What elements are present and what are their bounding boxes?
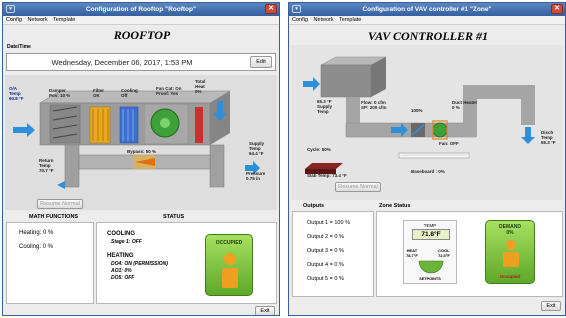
- cooling-percent: Cooling: 0 %: [19, 244, 54, 250]
- rooftop-title-bar[interactable]: ▾ Configuration of Rooftop "Rooftop" ✕: [3, 3, 279, 16]
- menu-config[interactable]: Config: [6, 17, 22, 23]
- math-functions-header: MATH FUNCTIONS: [29, 214, 79, 220]
- cooling-status-title: COOLING: [107, 231, 135, 237]
- temp-value: 71.8°F: [412, 229, 450, 240]
- heat-setpoint: HEAT 78.7°F: [406, 248, 418, 258]
- zone-status-header: Zone Status: [379, 203, 411, 209]
- menu-template[interactable]: Template: [339, 17, 361, 23]
- filter-label: Filter OK: [93, 88, 105, 98]
- demand-label: DEMAND 0%: [499, 224, 521, 236]
- vav-menu-bar: Config Network Template: [289, 16, 565, 25]
- heating-percent: Heating: 0 %: [19, 230, 54, 236]
- vav-heading: VAV CONTROLLER #1: [367, 29, 489, 43]
- fan-status-label: Fan: OFF: [439, 141, 459, 146]
- vav-window: ▾ Configuration of VAV controller #1 "Zo…: [288, 2, 566, 316]
- setpoint-gauge-icon: [418, 260, 444, 274]
- exit-button[interactable]: Exit: [255, 306, 275, 315]
- fan-label: Fan Cat: On Proof: Yes: [156, 86, 182, 96]
- setpoints-label: SETPOINTS: [419, 277, 441, 281]
- damper-percent-label: 100%: [411, 108, 423, 113]
- rooftop-heading: ROOFTOP: [113, 28, 171, 42]
- person-icon: [222, 253, 238, 288]
- heating-status-title: HEATING: [107, 253, 134, 259]
- temp-label: TEMP: [423, 223, 437, 228]
- supply-temp-label: 65.3 °F Supply Temp: [317, 99, 333, 114]
- rooftop-menu-bar: Config Network Template: [3, 16, 279, 25]
- zone-status-panel: TEMP 71.8°F HEAT 78.7°F COOL 72.5°F SETP…: [376, 211, 563, 297]
- do5-status: DO5: OFF: [111, 275, 135, 281]
- occupied-label: Occupied: [499, 274, 521, 279]
- damper-label: Damper Pos: 10 %: [49, 88, 71, 98]
- cooling-stage: Stage 1: OFF: [111, 239, 142, 245]
- menu-network[interactable]: Network: [27, 17, 47, 23]
- datetime-panel: Wednesday, December 06, 2017, 1:53 PM Ed…: [6, 53, 276, 71]
- output-1: Output 1 = 100 %: [307, 220, 350, 226]
- window-menu-icon[interactable]: ▾: [292, 5, 301, 13]
- cool-setpoint: COOL 72.5°F: [438, 248, 450, 258]
- thermostat-widget: TEMP 71.8°F HEAT 78.7°F COOL 72.5°F SETP…: [403, 220, 457, 284]
- person-icon: [503, 240, 519, 267]
- status-panel: COOLING Stage 1: OFF HEATING DO4: ON (PE…: [96, 222, 277, 304]
- output-3: Output 3 = 0 %: [307, 248, 344, 254]
- total-heat-label: Total Heat 0%: [195, 79, 206, 94]
- rooftop-unit-diagram: [5, 75, 277, 210]
- menu-template[interactable]: Template: [53, 17, 75, 23]
- output-2: Output 2 = 0 %: [307, 234, 344, 240]
- occupied-indicator: OCCUPIED: [205, 234, 253, 296]
- bypass-label: Bypass: 50 %: [127, 149, 157, 154]
- demand-indicator: DEMAND 0% Occupied: [485, 220, 535, 284]
- outputs-header: Outputs: [303, 203, 325, 209]
- ao1-status: AO1: 0%: [111, 268, 132, 274]
- occupied-label: OCCUPIED: [215, 240, 243, 246]
- cycle-label: Cycle: 50%: [307, 147, 331, 152]
- rooftop-window-title: Configuration of Rooftop "Rooftop": [85, 6, 197, 13]
- window-menu-icon[interactable]: ▾: [6, 5, 15, 13]
- do4-status: DO4: ON (PERMISSION): [111, 261, 168, 267]
- datetime-label: Date/Time: [7, 44, 31, 50]
- exit-button[interactable]: Exit: [541, 301, 561, 311]
- edit-button[interactable]: Edit: [250, 56, 272, 68]
- math-functions-panel: Heating: 0 % Cooling: 0 %: [6, 222, 94, 304]
- menu-network[interactable]: Network: [313, 17, 333, 23]
- close-icon[interactable]: ✕: [265, 4, 277, 14]
- output-4: Output 4 = 0 %: [307, 262, 344, 268]
- duct-heater-label: Duct Heater 0 %: [452, 100, 478, 110]
- datetime-value: Wednesday, December 06, 2017, 1:53 PM: [51, 58, 193, 67]
- close-icon[interactable]: ✕: [551, 4, 563, 14]
- outputs-panel: Output 1 = 100 % Output 2 = 0 % Output 3…: [292, 211, 374, 297]
- return-temp-label: Return Temp 70.7 °F: [39, 158, 54, 173]
- resume-normal-button[interactable]: Resume Normal: [335, 182, 381, 192]
- discharge-temp-label: Disch Temp 65.3 °F: [541, 130, 556, 145]
- supply-temp-label: Supply Temp 64.4 °F: [249, 141, 265, 156]
- pressure-label: Pressure 0.75 in: [246, 171, 266, 181]
- flow-label: Flow: 0 cfm SP: 200 cfm: [361, 100, 387, 110]
- menu-config[interactable]: Config: [292, 17, 308, 23]
- output-5: Output 5 = 0 %: [307, 276, 344, 282]
- oa-temp-label: O/A Temp 60.8 °F: [9, 86, 24, 101]
- resume-normal-button[interactable]: Resume Normal: [37, 199, 83, 209]
- vav-title-bar[interactable]: ▾ Configuration of VAV controller #1 "Zo…: [289, 3, 565, 16]
- baseboard-label: Baseboard : 0%: [411, 169, 445, 174]
- cooling-label: Cooling Off: [121, 88, 138, 98]
- rooftop-window: ▾ Configuration of Rooftop "Rooftop" ✕ C…: [2, 2, 280, 316]
- status-header: STATUS: [163, 214, 185, 220]
- slab-temp-label: Slab Temp: 73.4 °F: [307, 173, 347, 178]
- vav-window-title: Configuration of VAV controller #1 "Zone…: [362, 6, 492, 13]
